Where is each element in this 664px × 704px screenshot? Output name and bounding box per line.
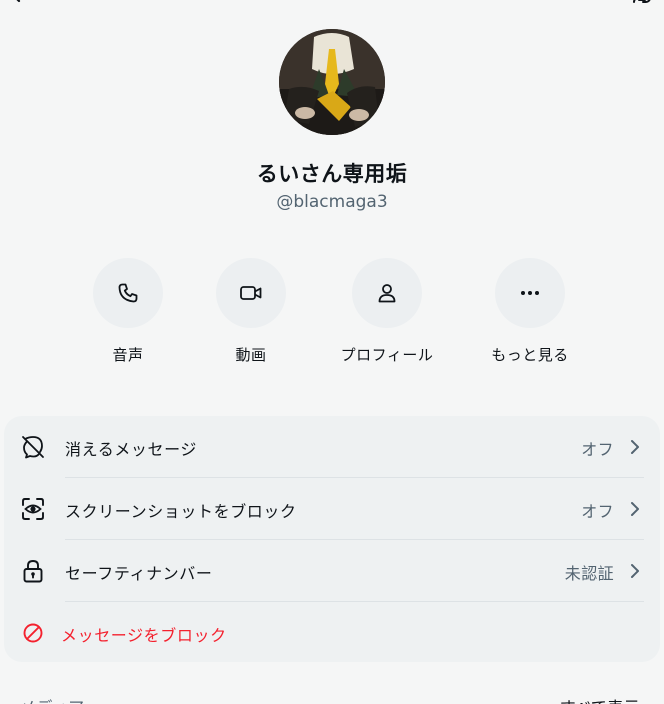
chevron-right-icon <box>631 564 639 578</box>
disappearing-messages-row[interactable]: 消えるメッセージ オフ <box>4 416 660 477</box>
avatar[interactable] <box>279 29 385 135</box>
media-section-title: メディア <box>20 694 84 704</box>
chevron-right-icon <box>631 502 639 516</box>
more-icon <box>521 291 539 295</box>
safety-number-row[interactable]: セーフティナンバー 未認証 <box>4 540 660 601</box>
voice-call-label: 音声 <box>112 346 144 364</box>
lock-icon <box>23 560 43 583</box>
media-show-all-link[interactable]: すべて表示 <box>560 694 640 704</box>
link-icon[interactable] <box>630 0 654 12</box>
more-circle <box>495 258 565 328</box>
safety-number-label: セーフティナンバー <box>65 564 213 583</box>
more-button[interactable]: もっと見る <box>470 258 590 365</box>
block-icon <box>23 623 43 643</box>
voice-call-button[interactable]: 音声 <box>68 258 188 365</box>
person-icon <box>378 284 396 303</box>
video-call-circle <box>216 258 286 328</box>
block-messages-row[interactable]: メッセージをブロック <box>4 602 660 663</box>
handle: @blacmaga3 <box>276 192 388 212</box>
phone-icon <box>118 283 138 303</box>
disappearing-messages-label: 消えるメッセージ <box>65 440 198 459</box>
screenshot-block-value: オフ <box>581 502 614 521</box>
video-call-button[interactable]: 動画 <box>191 258 311 365</box>
settings-list: 消えるメッセージ オフ スクリーンショットをブロック オフ セーフティナンバー … <box>4 416 660 662</box>
chevron-right-icon <box>631 440 639 454</box>
profile-circle <box>352 258 422 328</box>
voice-call-circle <box>93 258 163 328</box>
profile-button[interactable]: プロフィール <box>327 258 447 365</box>
video-call-label: 動画 <box>235 346 267 364</box>
screenshot-block-row[interactable]: スクリーンショットをブロック オフ <box>4 478 660 539</box>
more-label: もっと見る <box>491 346 569 364</box>
arrow-left-icon[interactable] <box>8 0 36 10</box>
disappearing-messages-value: オフ <box>581 440 614 459</box>
video-icon <box>240 286 262 300</box>
screenshot-block-label: スクリーンショットをブロック <box>65 502 297 521</box>
avatar-image <box>279 29 385 135</box>
dm-conversation-info-screen: るいさん専用垢 @blacmaga3 音声 動画 プロフィール もっと見る 消え… <box>0 0 664 704</box>
safety-number-value: 未認証 <box>564 564 614 583</box>
disappearing-message-icon <box>22 436 44 459</box>
block-messages-label: メッセージをブロック <box>61 626 227 645</box>
display-name: るいさん専用垢 <box>256 162 408 186</box>
profile-label: プロフィール <box>340 346 434 364</box>
screenshot-block-icon <box>22 498 44 520</box>
